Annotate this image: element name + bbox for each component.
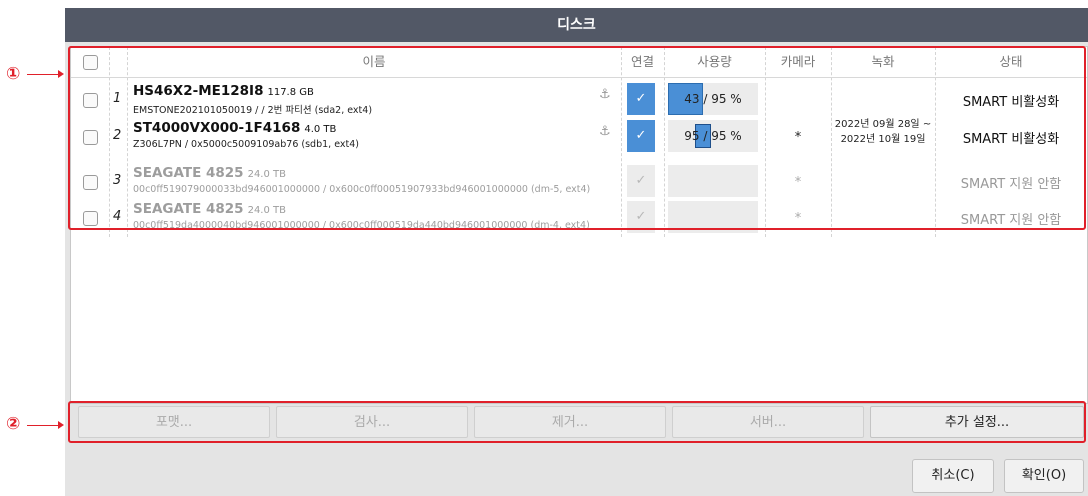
cancel-button[interactable]: 취소(C)	[912, 459, 994, 493]
highlight-box-1	[68, 46, 1086, 230]
callout-1-arrow	[27, 74, 59, 75]
ok-button[interactable]: 확인(O)	[1004, 459, 1084, 493]
dialog-title: 디스크	[65, 8, 1088, 42]
callout-2-arrowhead	[58, 421, 64, 429]
callout-1: ①	[6, 64, 21, 84]
callout-2: ②	[6, 414, 21, 434]
callout-2-arrow	[27, 425, 59, 426]
callout-1-arrowhead	[58, 70, 64, 78]
highlight-box-2	[68, 401, 1086, 443]
